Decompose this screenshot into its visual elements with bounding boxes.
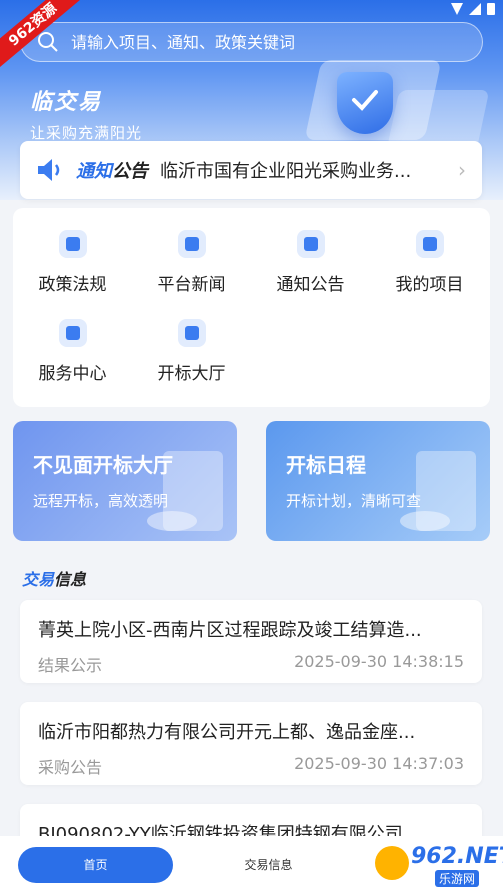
- menu-label: 通知公告: [276, 275, 345, 295]
- remote-bid-hall-card[interactable]: 不见面开标大厅 远程开标，高效透明: [13, 421, 237, 541]
- list-item-time: 2025-09-30 14:38:15: [294, 652, 464, 671]
- battery-icon: [487, 3, 495, 15]
- project-icon: [415, 230, 444, 258]
- notice-bar[interactable]: 通知公告 临沂市国有企业阳光采购业务... ›: [20, 141, 482, 199]
- list-item-time: 2025-09-30 14:37:03: [294, 754, 464, 773]
- menu-item-my-projects[interactable]: 我的项目: [370, 230, 489, 295]
- quick-menu: 政策法规 平台新闻 通知公告 我的项目 服务中心 开标大厅: [13, 208, 490, 407]
- hall-icon: [177, 319, 206, 347]
- nav-trade-info[interactable]: 交易信息: [191, 847, 346, 883]
- card-illustration: [147, 511, 197, 531]
- list-item[interactable]: 临沂市阳都热力有限公司开元上都、逸品金座... 采购公告 2025-09-30 …: [20, 702, 482, 785]
- search-bar[interactable]: [20, 22, 483, 62]
- search-input[interactable]: [71, 32, 451, 52]
- speaker-icon: [296, 230, 325, 258]
- brand: 临交易 让采购充满阳光: [30, 84, 142, 143]
- bid-schedule-card[interactable]: 开标日程 开标计划，清晰可查: [266, 421, 490, 541]
- menu-label: 政策法规: [38, 275, 107, 295]
- menu-item-news[interactable]: 平台新闻: [132, 230, 251, 295]
- nav-home[interactable]: 首页: [18, 847, 173, 883]
- speaker-icon: [38, 159, 60, 181]
- watermark-logo-icon: [375, 846, 409, 880]
- notice-text[interactable]: 临沂市国有企业阳光采购业务...: [160, 157, 452, 183]
- status-bar: [451, 0, 495, 18]
- list-item[interactable]: 菁英上院小区-西南片区过程跟踪及竣工结算造... 结果公示 2025-09-30…: [20, 600, 482, 683]
- notice-tag: 通知公告: [76, 161, 148, 182]
- service-icon: [58, 319, 87, 347]
- menu-item-bid-hall[interactable]: 开标大厅: [132, 319, 251, 384]
- site-watermark: 962.NET 乐游网: [375, 840, 503, 890]
- menu-item-policy[interactable]: 政策法规: [13, 230, 132, 295]
- brand-subtitle: 让采购充满阳光: [30, 124, 143, 142]
- list-item-title: 临沂市阳都热力有限公司开元上都、逸品金座...: [38, 722, 416, 743]
- menu-item-notice[interactable]: 通知公告: [251, 230, 370, 295]
- brand-title: 临交易: [30, 90, 103, 115]
- search-icon: [38, 32, 58, 52]
- signal-icon: [469, 3, 481, 15]
- policy-icon: [58, 230, 87, 258]
- card-illustration: [400, 511, 450, 531]
- news-icon: [177, 230, 206, 258]
- menu-label: 服务中心: [38, 364, 107, 384]
- shield-check-icon: [337, 72, 393, 134]
- list-item-type: 采购公告: [38, 758, 103, 777]
- watermark-text: 962.NET: [411, 844, 503, 869]
- wifi-icon: [451, 3, 463, 15]
- menu-label: 平台新闻: [157, 275, 226, 295]
- menu-label: 开标大厅: [157, 364, 226, 384]
- list-item-title: 菁英上院小区-西南片区过程跟踪及竣工结算造...: [38, 620, 422, 641]
- feature-cards: 不见面开标大厅 远程开标，高效透明 开标日程 开标计划，清晰可查: [13, 421, 490, 541]
- section-title: 交易信息: [22, 570, 87, 589]
- menu-item-service[interactable]: 服务中心: [13, 319, 132, 384]
- menu-label: 我的项目: [395, 275, 464, 295]
- chevron-right-icon: ›: [458, 158, 466, 182]
- watermark-subtext: 乐游网: [435, 870, 480, 887]
- list-item-type: 结果公示: [38, 656, 103, 675]
